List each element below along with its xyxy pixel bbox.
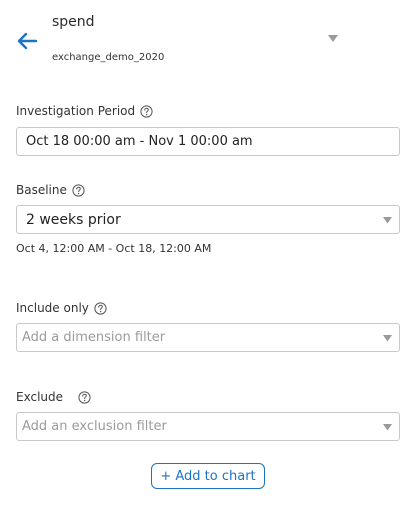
dimension-filter-select[interactable]: Add a dimension filter [16, 323, 400, 352]
include-only-label: Include only [16, 301, 107, 315]
filter-panel: spend exchange_demo_2020 Investigation P… [0, 0, 416, 522]
metric-title: spend [52, 14, 95, 30]
metric-dropdown-toggle[interactable] [326, 32, 340, 46]
question-circle-icon[interactable] [94, 301, 107, 315]
question-circle-icon[interactable] [72, 183, 85, 197]
back-button[interactable] [14, 30, 40, 52]
investigation-period-label: Investigation Period [16, 104, 153, 118]
investigation-period-input[interactable]: Oct 18 00:00 am - Nov 1 00:00 am [16, 127, 400, 156]
dataset-name: exchange_demo_2020 [52, 52, 165, 63]
add-to-chart-button[interactable]: + Add to chart [151, 463, 265, 489]
caret-down-icon [381, 332, 393, 344]
baseline-select[interactable]: 2 weeks prior [16, 205, 400, 234]
investigation-period-label-text: Investigation Period [16, 104, 136, 118]
exclude-label: Exclude [16, 390, 91, 404]
baseline-selected-value: 2 weeks prior [26, 211, 121, 228]
exclude-label-text: Exclude [16, 390, 64, 404]
dimension-filter-placeholder: Add a dimension filter [22, 330, 166, 345]
investigation-period-value: Oct 18 00:00 am - Nov 1 00:00 am [26, 134, 253, 149]
include-only-label-text: Include only [16, 301, 89, 315]
baseline-range-text: Oct 4, 12:00 AM - Oct 18, 12:00 AM [16, 242, 212, 255]
baseline-label: Baseline [16, 183, 85, 197]
exclusion-filter-select[interactable]: Add an exclusion filter [16, 412, 400, 441]
question-circle-icon[interactable] [78, 390, 91, 404]
exclusion-filter-placeholder: Add an exclusion filter [22, 419, 167, 434]
panel-header: spend exchange_demo_2020 [0, 0, 416, 80]
caret-down-icon [381, 421, 393, 433]
caret-down-icon [328, 35, 338, 42]
question-circle-icon[interactable] [140, 104, 153, 118]
caret-down-icon [381, 214, 393, 226]
arrow-left-icon [17, 32, 38, 50]
baseline-label-text: Baseline [16, 183, 67, 197]
